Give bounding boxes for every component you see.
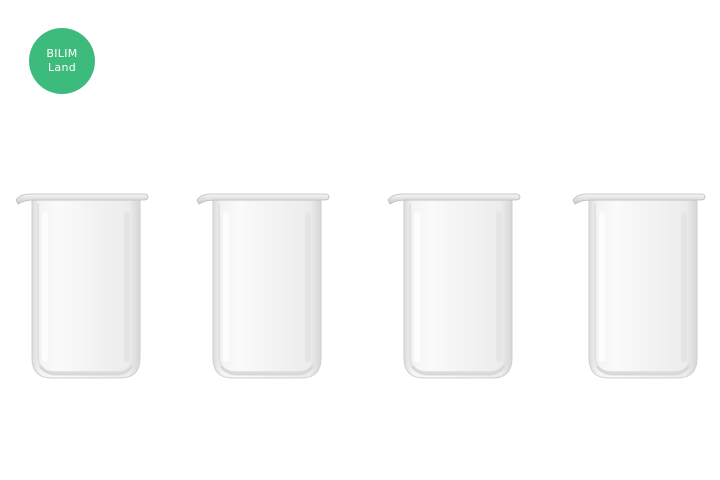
bilim-land-logo: BILIM Land — [29, 28, 95, 94]
beaker-glass-graphic — [572, 193, 706, 379]
beaker-3[interactable] — [384, 188, 524, 384]
beaker-glass-graphic — [15, 193, 149, 379]
beaker-glass-graphic — [196, 193, 330, 379]
beaker-glass-graphic — [387, 193, 521, 379]
beaker-2[interactable] — [193, 188, 333, 384]
logo-line2: Land — [47, 61, 77, 74]
beaker-1[interactable] — [12, 188, 152, 384]
logo-line1: BILIM — [46, 47, 78, 60]
beaker-4[interactable] — [569, 188, 709, 384]
